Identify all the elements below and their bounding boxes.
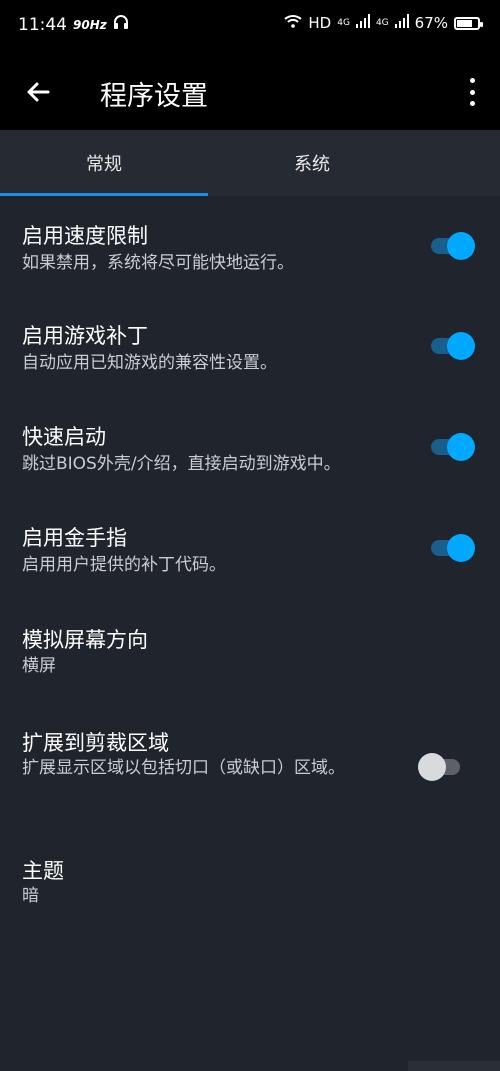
toggle-switch[interactable] [418, 752, 462, 781]
toggle-switch[interactable] [429, 533, 475, 562]
setting-title: 模拟屏幕方向 [22, 628, 148, 652]
setting-subtitle: 扩展显示区域以包括切口（或缺口）区域。 [22, 758, 345, 778]
network-label-1: 4G [337, 18, 350, 28]
tab-bar: 常规 系统 [0, 130, 500, 196]
setting-subtitle: 如果禁用，系统将尽可能快地运行。 [22, 253, 294, 273]
setting-cheats[interactable]: 启用金手指 启用用户提供的补丁代码。 [0, 497, 500, 598]
setting-title: 主题 [22, 859, 64, 883]
toggle-switch[interactable] [429, 231, 475, 260]
signal-icon [394, 14, 409, 32]
hd-label: HD [308, 14, 332, 32]
app-bar: 程序设置 [0, 52, 500, 130]
signal-icon [355, 14, 370, 32]
tab-system[interactable]: 系统 [208, 130, 416, 196]
battery-percent: 67% [414, 14, 448, 32]
setting-cutout-area[interactable]: 扩展到剪裁区域 扩展显示区域以包括切口（或缺口）区域。 [0, 699, 500, 829]
toggle-switch[interactable] [429, 432, 475, 461]
setting-subtitle: 暗 [22, 886, 39, 906]
setting-speed-limit[interactable]: 启用速度限制 如果禁用，系统将尽可能快地运行。 [0, 196, 500, 296]
more-vert-icon[interactable] [468, 78, 476, 106]
wifi-icon [284, 14, 303, 32]
setting-title: 快速启动 [22, 425, 106, 449]
setting-title: 启用速度限制 [22, 224, 148, 248]
setting-screen-orientation[interactable]: 模拟屏幕方向 横屏 [0, 598, 500, 699]
headphones-icon [113, 14, 129, 35]
refresh-rate: 90Hz [73, 17, 107, 32]
setting-title: 扩展到剪裁区域 [22, 731, 169, 755]
setting-subtitle: 跳过BIOS外壳/介绍，直接启动到游戏中。 [22, 454, 341, 474]
setting-title: 启用金手指 [22, 526, 127, 550]
toggle-switch[interactable] [429, 331, 475, 360]
network-label-2: 4G [375, 18, 389, 28]
setting-title: 启用游戏补丁 [22, 324, 148, 348]
setting-game-patches[interactable]: 启用游戏补丁 自动应用已知游戏的兼容性设置。 [0, 296, 500, 396]
setting-subtitle: 横屏 [22, 656, 56, 676]
back-arrow-icon[interactable] [22, 76, 54, 108]
battery-icon [454, 16, 483, 30]
nav-bar-hint [408, 1061, 500, 1071]
setting-fast-boot[interactable]: 快速启动 跳过BIOS外壳/介绍，直接启动到游戏中。 [0, 396, 500, 497]
setting-subtitle: 自动应用已知游戏的兼容性设置。 [22, 353, 277, 373]
status-time: 11:44 [18, 14, 67, 35]
setting-theme[interactable]: 主题 暗 [0, 829, 500, 929]
status-bar: 11:44 90Hz HD 4G 4G 67% [0, 0, 500, 52]
page-title: 程序设置 [100, 81, 208, 112]
tab-general[interactable]: 常规 [0, 130, 208, 196]
setting-subtitle: 启用用户提供的补丁代码。 [22, 555, 226, 575]
